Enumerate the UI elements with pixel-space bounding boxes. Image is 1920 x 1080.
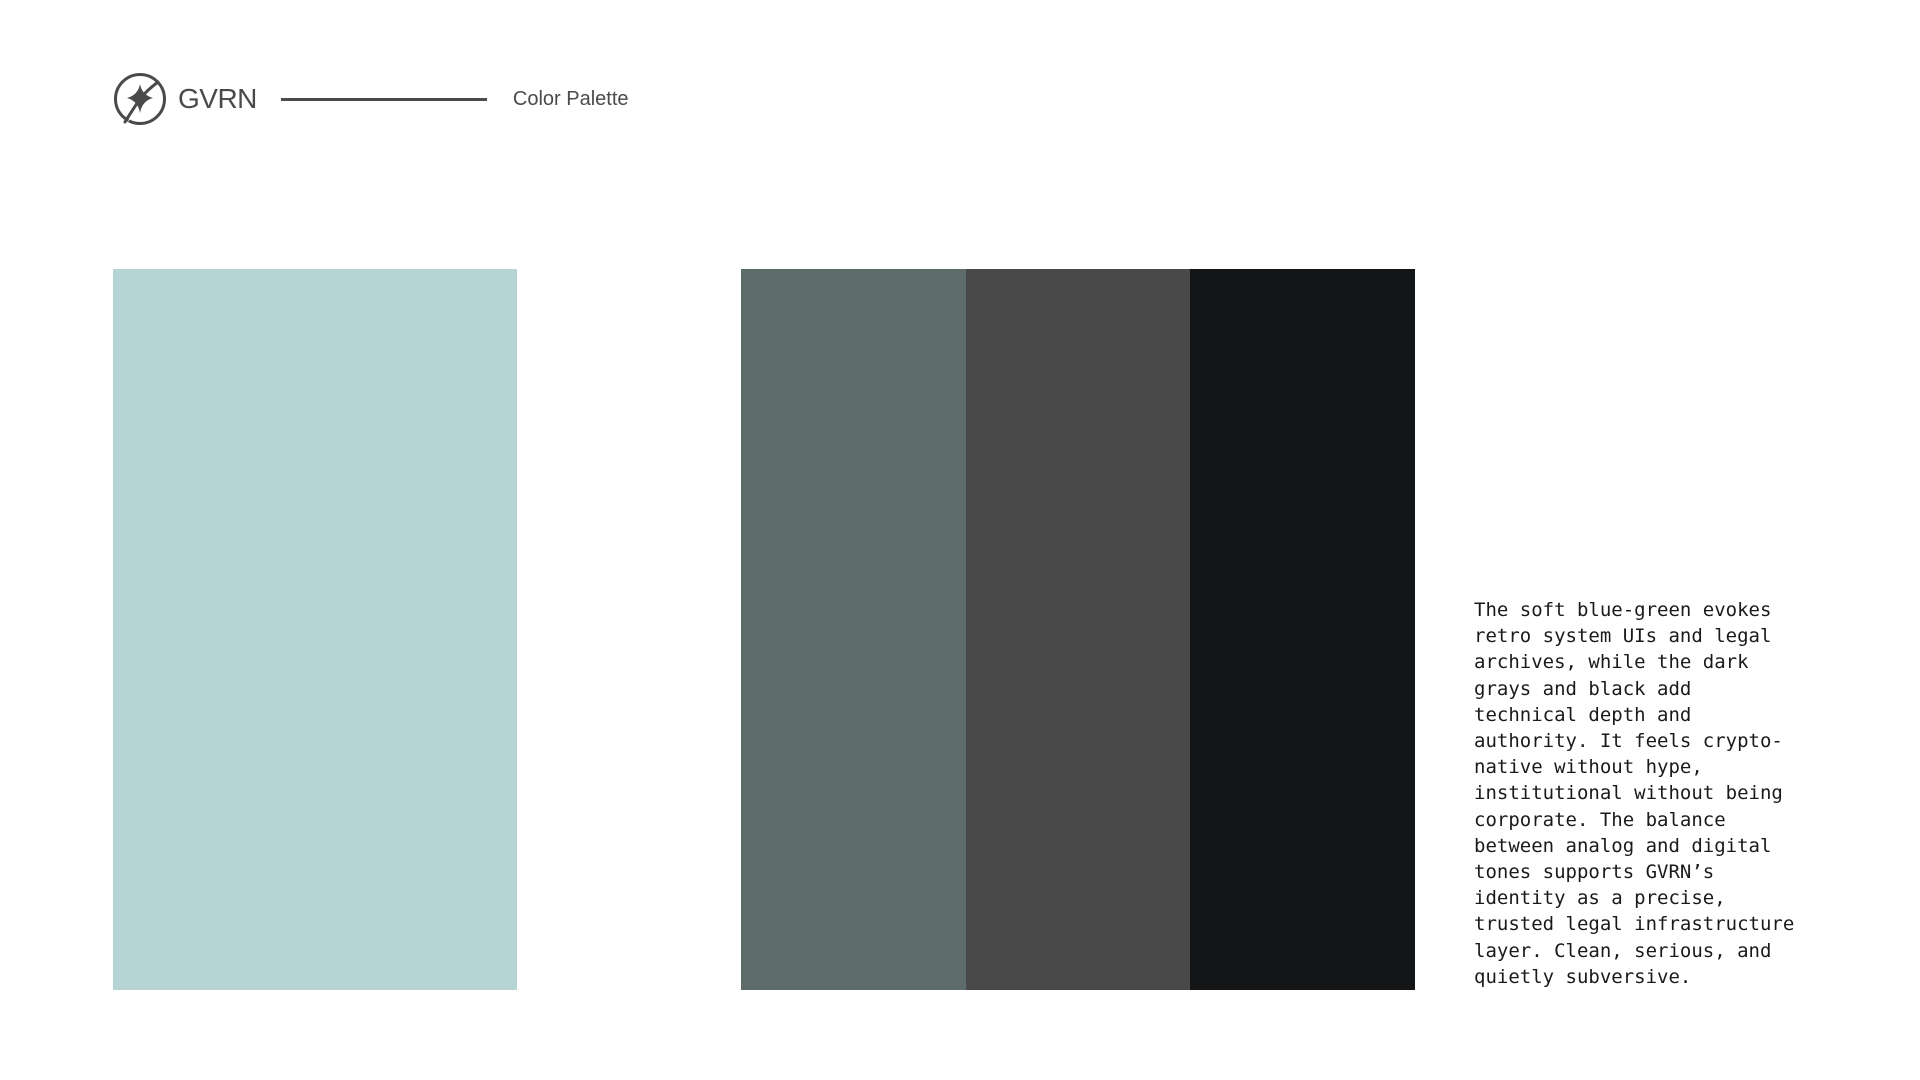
palette-description: The soft blue-green evokes retro system … xyxy=(1474,599,1795,988)
gvrn-compass-star-icon xyxy=(114,73,166,125)
slate-gray-swatch xyxy=(741,269,966,990)
secondary-color-swatches xyxy=(741,269,1416,990)
brand-name: GVRN xyxy=(178,83,257,114)
section-title: Color Palette xyxy=(512,88,629,110)
header-divider xyxy=(280,97,487,101)
black-swatch xyxy=(1190,269,1416,990)
page-header: GVRN Color Palette xyxy=(113,72,629,126)
primary-color-swatch xyxy=(113,269,517,990)
dark-gray-swatch xyxy=(965,269,1191,990)
